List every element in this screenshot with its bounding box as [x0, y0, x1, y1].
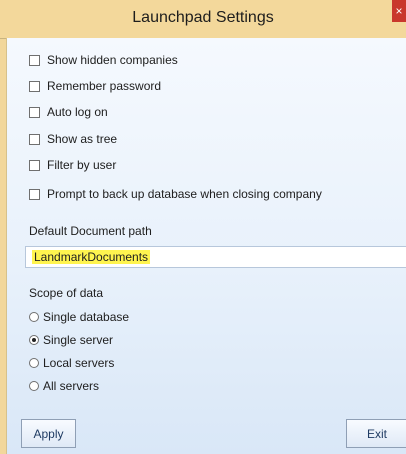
option-label: Prompt to back up database when closing … [47, 187, 322, 201]
option-label: Auto log on [47, 105, 108, 119]
option-label: Show as tree [47, 132, 118, 146]
radio-label: All servers [43, 379, 100, 393]
radio-label: Local servers [43, 356, 115, 370]
option-label: Show hidden companies [47, 53, 178, 67]
checkbox[interactable] [29, 188, 40, 200]
backup-prompt-option[interactable]: Prompt to back up database when closing … [29, 186, 322, 202]
show-hidden-companies-option[interactable]: Show hidden companies [29, 52, 178, 68]
title-bar: Launchpad Settings × [0, 0, 406, 39]
option-label: Remember password [47, 79, 162, 93]
show-as-tree-option[interactable]: Show as tree [29, 131, 117, 147]
radio-label: Single database [43, 310, 130, 324]
launchpad-settings-window: Launchpad Settings × Show hidden compani… [0, 0, 406, 454]
checkbox[interactable] [29, 106, 40, 118]
checkbox[interactable] [29, 80, 40, 92]
default-document-path-label: Default Document path [29, 224, 152, 238]
apply-button[interactable]: Apply [21, 419, 76, 448]
checkbox[interactable] [29, 159, 40, 171]
remember-password-option[interactable]: Remember password [29, 78, 161, 94]
window-title: Launchpad Settings [132, 9, 274, 26]
filter-by-user-option[interactable]: Filter by user [29, 157, 116, 173]
auto-log-on-option[interactable]: Auto log on [29, 104, 108, 120]
checkbox[interactable] [29, 133, 40, 145]
checkbox[interactable] [29, 54, 40, 66]
settings-panel: Show hidden companies Remember password … [6, 38, 406, 454]
radio-label: Single server [43, 333, 114, 347]
close-button[interactable]: × [392, 0, 406, 22]
radio-button[interactable] [29, 381, 39, 391]
exit-button[interactable]: Exit [346, 419, 406, 448]
radio-button[interactable] [29, 358, 39, 368]
scope-single-server[interactable]: Single server [29, 332, 113, 348]
document-path-field[interactable]: LandmarkDocuments [25, 246, 406, 268]
scope-single-database[interactable]: Single database [29, 309, 129, 325]
scope-all-servers[interactable]: All servers [29, 378, 99, 394]
radio-button[interactable] [29, 312, 39, 322]
document-path-value: LandmarkDocuments [32, 250, 151, 264]
option-label: Filter by user [47, 158, 117, 172]
scope-of-data-label: Scope of data [29, 286, 104, 300]
radio-button-selected[interactable] [29, 335, 39, 345]
scope-local-servers[interactable]: Local servers [29, 355, 114, 371]
